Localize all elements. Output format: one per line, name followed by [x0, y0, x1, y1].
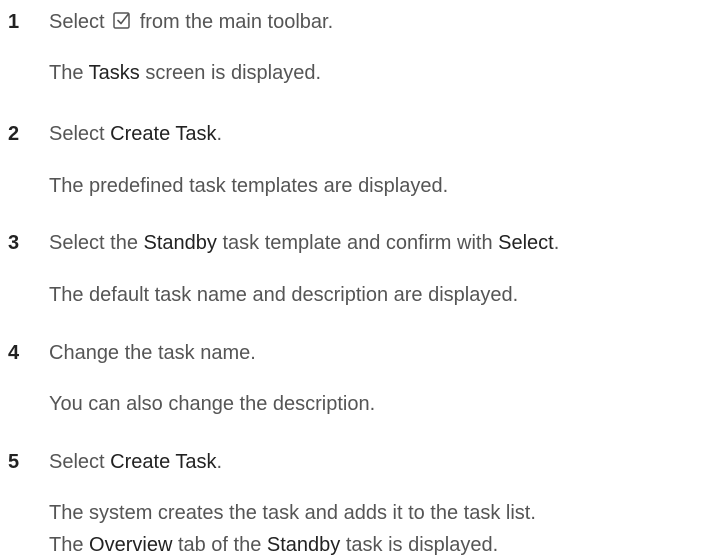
create-task-term-2: Create Task	[110, 451, 217, 473]
step-2-instruction: Select Create Task.	[49, 122, 222, 146]
standby-term: Standby	[143, 232, 217, 254]
step-3-text-post: .	[553, 232, 560, 254]
step-1-result-pre: The	[49, 62, 89, 84]
step-5-text-post: .	[216, 451, 223, 473]
step-1-result-rest: screen is displayed.	[139, 62, 321, 84]
step-1-text-pre: Select	[49, 11, 111, 33]
step-1-text-post: from the main toolbar.	[139, 11, 334, 33]
step-2-text-post: .	[216, 123, 223, 145]
step-number-3: 3	[8, 232, 20, 254]
step-1-instruction: Select from the main toolbar.	[49, 10, 333, 36]
step-number-2: 2	[8, 123, 20, 145]
step-3-instruction: Select the Standby task template and con…	[49, 231, 559, 255]
step-number-1: 1	[8, 11, 20, 33]
step-3-text-pre: Select the	[49, 232, 144, 254]
step-5-result-post: task is displayed.	[340, 534, 499, 556]
step-number-4: 4	[8, 342, 20, 364]
step-4-instruction: Change the task name.	[49, 342, 256, 364]
step-1-result: The Tasks screen is displayed.	[49, 61, 321, 85]
step-2-result: The predefined task templates are displa…	[49, 175, 449, 197]
select-term: Select	[498, 232, 554, 254]
overview-term: Overview	[89, 534, 173, 556]
step-5-result-pre: The	[49, 534, 90, 556]
create-task-term: Create Task	[110, 123, 217, 145]
step-5-result-mid: tab of the	[172, 534, 267, 556]
task-checkbox-icon	[112, 11, 132, 36]
standby-term-2: Standby	[266, 534, 341, 556]
step-2-text-pre: Select	[49, 123, 111, 145]
step-5-result-2: The Overview tab of the Standby task is …	[49, 533, 498, 557]
step-3-text-mid: task template and confirm with	[216, 232, 499, 254]
procedure-steps: 1 Select from the main toolbar. The Task…	[0, 0, 711, 559]
step-4-result: You can also change the description.	[49, 393, 376, 415]
step-number-5: 5	[8, 451, 20, 473]
step-5-instruction: Select Create Task.	[49, 450, 222, 474]
step-5-text-pre: Select	[49, 451, 111, 473]
step-3-result: The default task name and description ar…	[49, 284, 519, 306]
tasks-term: Tasks	[88, 62, 140, 84]
step-5-result-1: The system creates the task and adds it …	[49, 502, 536, 524]
